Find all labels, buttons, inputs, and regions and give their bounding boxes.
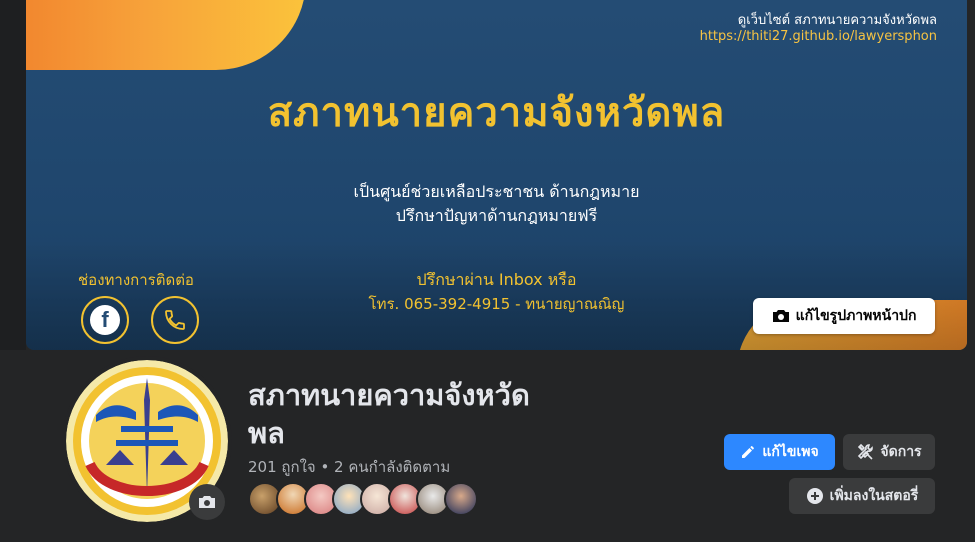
page-title-line1: สภาทนายความจังหวัด: [248, 378, 530, 412]
add-story-button[interactable]: เพิ่มลงในสตอรี่: [789, 478, 935, 514]
edit-cover-button[interactable]: แก้ไขรูปภาพหน้าปก: [753, 298, 935, 334]
left-strip: [0, 0, 26, 350]
page-title: สภาทนายความจังหวัด พล: [248, 376, 608, 452]
plus-circle-icon: [806, 488, 823, 504]
edit-page-label: แก้ไขเพจ: [762, 444, 819, 460]
manage-button[interactable]: จัดการ: [843, 434, 935, 470]
page-stats[interactable]: 201 ถูกใจ • 2 คนกำลังติดตาม: [248, 455, 450, 479]
cover-decoration-top: [26, 0, 306, 70]
cover-subtitle-line1: เป็นศูนย์ช่วยเหลือประชาชน ด้านกฎหมาย: [353, 182, 640, 201]
edit-cover-label: แก้ไขรูปภาพหน้าปก: [795, 308, 917, 324]
cover-site-label: ดูเว็บไซต์ สภาทนายความจังหวัดพล: [737, 13, 937, 28]
cover-title: สภาทนายความจังหวัดพล: [267, 90, 726, 136]
camera-icon: [772, 309, 790, 323]
follower-avatar[interactable]: [444, 482, 478, 516]
edit-page-button[interactable]: แก้ไขเพจ: [724, 434, 835, 470]
pencil-icon: [742, 446, 755, 458]
avatar-camera-button[interactable]: [189, 484, 225, 520]
cover-subtitle-line2: ปรึกษาปัญหาด้านกฎหมายฟรี: [395, 206, 598, 225]
tools-icon: [858, 443, 874, 460]
cover-site-url: https://thiti27.github.io/lawyersphon: [699, 29, 937, 44]
cover-subtitle: เป็นศูนย์ช่วยเหลือประชาชน ด้านกฎหมาย ปรึ…: [26, 180, 967, 228]
page-title-line2: พล: [248, 416, 285, 450]
inbox-line: ปรึกษาผ่าน Inbox หรือ: [416, 270, 577, 289]
add-story-label: เพิ่มลงในสตอรี่: [829, 488, 919, 504]
manage-label: จัดการ: [880, 444, 922, 460]
camera-icon: [199, 496, 215, 508]
follower-avatars: [248, 482, 478, 516]
